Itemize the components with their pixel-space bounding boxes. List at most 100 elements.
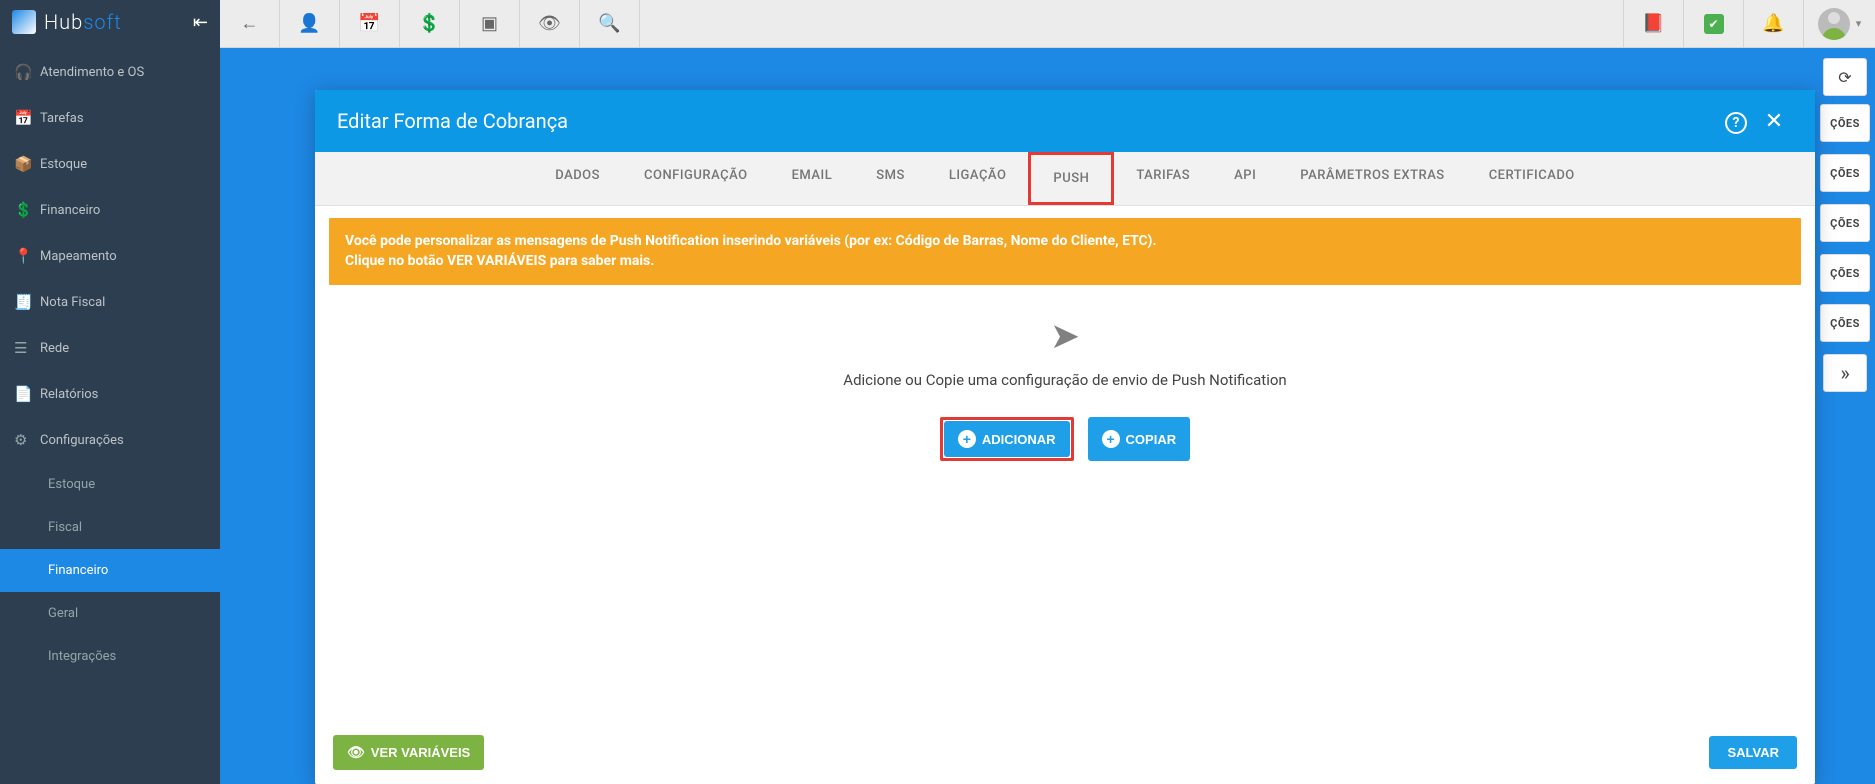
search-button[interactable]: 🔍 <box>580 0 640 48</box>
arrow-left-icon: ← <box>241 13 259 34</box>
logo[interactable]: Hubsoft ⇤ <box>0 0 220 44</box>
modal-title: Editar Forma de Cobrança <box>337 109 568 133</box>
button-label: VER VARIÁVEIS <box>371 745 470 760</box>
right-panel: ⟳ ÇÕES ÇÕES ÇÕES ÇÕES ÇÕES » <box>1815 48 1875 402</box>
refresh-icon: ⟳ <box>1838 68 1851 87</box>
calendar-button[interactable]: 📅 <box>340 0 400 48</box>
dollar-icon: 💲 <box>14 201 40 219</box>
close-icon: ✕ <box>1765 109 1783 134</box>
sidebar-sub-estoque[interactable]: Estoque <box>0 463 220 506</box>
sidebar-item-mapeamento[interactable]: 📍Mapeamento <box>0 233 220 279</box>
chevron-right-icon: » <box>1840 361 1849 385</box>
tab-api[interactable]: API <box>1212 152 1278 205</box>
modal-tabs: DADOS CONFIGURAÇÃO EMAIL SMS LIGAÇÃO PUS… <box>315 152 1815 206</box>
eye-icon: 👁 <box>347 744 365 761</box>
sidebar: Hubsoft ⇤ 🎧Atendimento e OS 📅Tarefas 📦Es… <box>0 0 220 784</box>
close-button[interactable]: ✕ <box>1755 109 1793 134</box>
notifications-button[interactable]: 🔔 <box>1743 0 1803 48</box>
salvar-button[interactable]: SALVAR <box>1709 736 1797 769</box>
tab-email[interactable]: EMAIL <box>770 152 855 205</box>
tab-push[interactable]: PUSH <box>1028 152 1114 205</box>
pdf-button[interactable]: 📕 <box>1623 0 1683 48</box>
banner-line-2: Clique no botão VER VARIÁVEIS para saber… <box>345 252 1785 272</box>
sidebar-item-label: Tarefas <box>40 111 84 126</box>
sidebar-item-estoque[interactable]: 📦Estoque <box>0 141 220 187</box>
send-icon: ➤ <box>1050 315 1080 357</box>
eye-icon: 👁 <box>538 13 561 34</box>
sidebar-item-label: Nota Fiscal <box>40 295 105 310</box>
empty-state: ➤ Adicione ou Copie uma configuração de … <box>329 285 1801 491</box>
sidebar-item-rede[interactable]: ☰Rede <box>0 325 220 371</box>
modal-footer: 👁 VER VARIÁVEIS SALVAR <box>315 721 1815 784</box>
modal-body: Você pode personalizar as mensagens de P… <box>315 206 1815 721</box>
sidebar-collapse-icon[interactable]: ⇤ <box>193 12 208 33</box>
plus-icon: + <box>1102 430 1120 448</box>
tab-dados[interactable]: DADOS <box>533 152 622 205</box>
tab-tarifas[interactable]: TARIFAS <box>1114 152 1212 205</box>
network-icon: ☰ <box>14 339 40 357</box>
refresh-button[interactable]: ⟳ <box>1823 58 1867 96</box>
options-button-1[interactable]: ÇÕES <box>1820 104 1870 142</box>
back-button[interactable]: ← <box>220 0 280 48</box>
avatar <box>1818 8 1850 40</box>
check-icon: ✔ <box>1704 14 1724 34</box>
adicionar-button[interactable]: + ADICIONAR <box>944 421 1070 457</box>
button-label: ADICIONAR <box>982 432 1056 447</box>
sidebar-sub-geral[interactable]: Geral <box>0 592 220 635</box>
sidebar-item-atendimento[interactable]: 🎧Atendimento e OS <box>0 49 220 95</box>
terminal-button[interactable]: ▣ <box>460 0 520 48</box>
sidebar-item-notafiscal[interactable]: 🧾Nota Fiscal <box>0 279 220 325</box>
sidebar-item-relatorios[interactable]: 📄Relatórios <box>0 371 220 417</box>
topbar: ← 👤 📅 💲 ▣ 👁 🔍 📕 ✔ 🔔 ▾ <box>220 0 1875 48</box>
user-button[interactable]: 👤 <box>280 0 340 48</box>
options-button-4[interactable]: ÇÕES <box>1820 254 1870 292</box>
main: ← 👤 📅 💲 ▣ 👁 🔍 📕 ✔ 🔔 ▾ ⟳ ÇÕES ÇÕES ÇÕES Ç… <box>220 0 1875 784</box>
report-icon: 📄 <box>14 385 40 403</box>
status-button[interactable]: ✔ <box>1683 0 1743 48</box>
options-button-5[interactable]: ÇÕES <box>1820 304 1870 342</box>
modal-header: Editar Forma de Cobrança ? ✕ <box>315 90 1815 152</box>
content: ⟳ ÇÕES ÇÕES ÇÕES ÇÕES ÇÕES » Editar Form… <box>220 48 1875 784</box>
banner-line-1: Você pode personalizar as mensagens de P… <box>345 232 1785 252</box>
user-menu[interactable]: ▾ <box>1803 0 1875 48</box>
sidebar-item-configuracoes[interactable]: ⚙Configurações <box>0 417 220 463</box>
logo-text: Hubsoft <box>44 10 122 34</box>
tab-configuracao[interactable]: CONFIGURAÇÃO <box>622 152 770 205</box>
empty-text: Adicione ou Copie uma configuração de en… <box>329 371 1801 389</box>
sidebar-sub-fiscal[interactable]: Fiscal <box>0 506 220 549</box>
copiar-button[interactable]: + COPIAR <box>1088 417 1191 461</box>
bell-icon: 🔔 <box>1762 13 1784 34</box>
ver-variaveis-button[interactable]: 👁 VER VARIÁVEIS <box>333 735 484 770</box>
calendar-icon: 📅 <box>358 13 380 34</box>
modal-editar-forma-cobranca: Editar Forma de Cobrança ? ✕ DADOS CONFI… <box>315 90 1815 784</box>
pin-icon: 📍 <box>14 247 40 265</box>
info-banner: Você pode personalizar as mensagens de P… <box>329 218 1801 285</box>
sidebar-item-label: Estoque <box>40 157 87 172</box>
sidebar-item-financeiro[interactable]: 💲Financeiro <box>0 187 220 233</box>
user-icon: 👤 <box>298 13 320 34</box>
dollar-button[interactable]: 💲 <box>400 0 460 48</box>
pdf-icon: 📕 <box>1642 13 1664 34</box>
sidebar-sub-integracoes[interactable]: Integrações <box>0 635 220 678</box>
button-label: SALVAR <box>1727 745 1779 760</box>
sidebar-sub-financeiro[interactable]: Financeiro <box>0 549 220 592</box>
receipt-icon: 🧾 <box>14 293 40 311</box>
button-label: COPIAR <box>1126 432 1177 447</box>
headset-icon: 🎧 <box>14 63 40 81</box>
more-button[interactable]: » <box>1823 354 1867 392</box>
sidebar-item-label: Atendimento e OS <box>40 65 144 80</box>
options-button-2[interactable]: ÇÕES <box>1820 154 1870 192</box>
view-button[interactable]: 👁 <box>520 0 580 48</box>
sidebar-item-tarefas[interactable]: 📅Tarefas <box>0 95 220 141</box>
help-button[interactable]: ? <box>1717 108 1755 134</box>
tab-certificado[interactable]: CERTIFICADO <box>1467 152 1597 205</box>
options-button-3[interactable]: ÇÕES <box>1820 204 1870 242</box>
sidebar-item-label: Configurações <box>40 433 124 448</box>
tab-sms[interactable]: SMS <box>854 152 927 205</box>
sidebar-item-label: Relatórios <box>40 387 98 402</box>
tab-ligacao[interactable]: LIGAÇÃO <box>927 152 1029 205</box>
box-icon: 📦 <box>14 155 40 173</box>
help-icon: ? <box>1725 112 1747 134</box>
sidebar-item-label: Mapeamento <box>40 249 117 264</box>
tab-parametros-extras[interactable]: PARÂMETROS EXTRAS <box>1278 152 1466 205</box>
